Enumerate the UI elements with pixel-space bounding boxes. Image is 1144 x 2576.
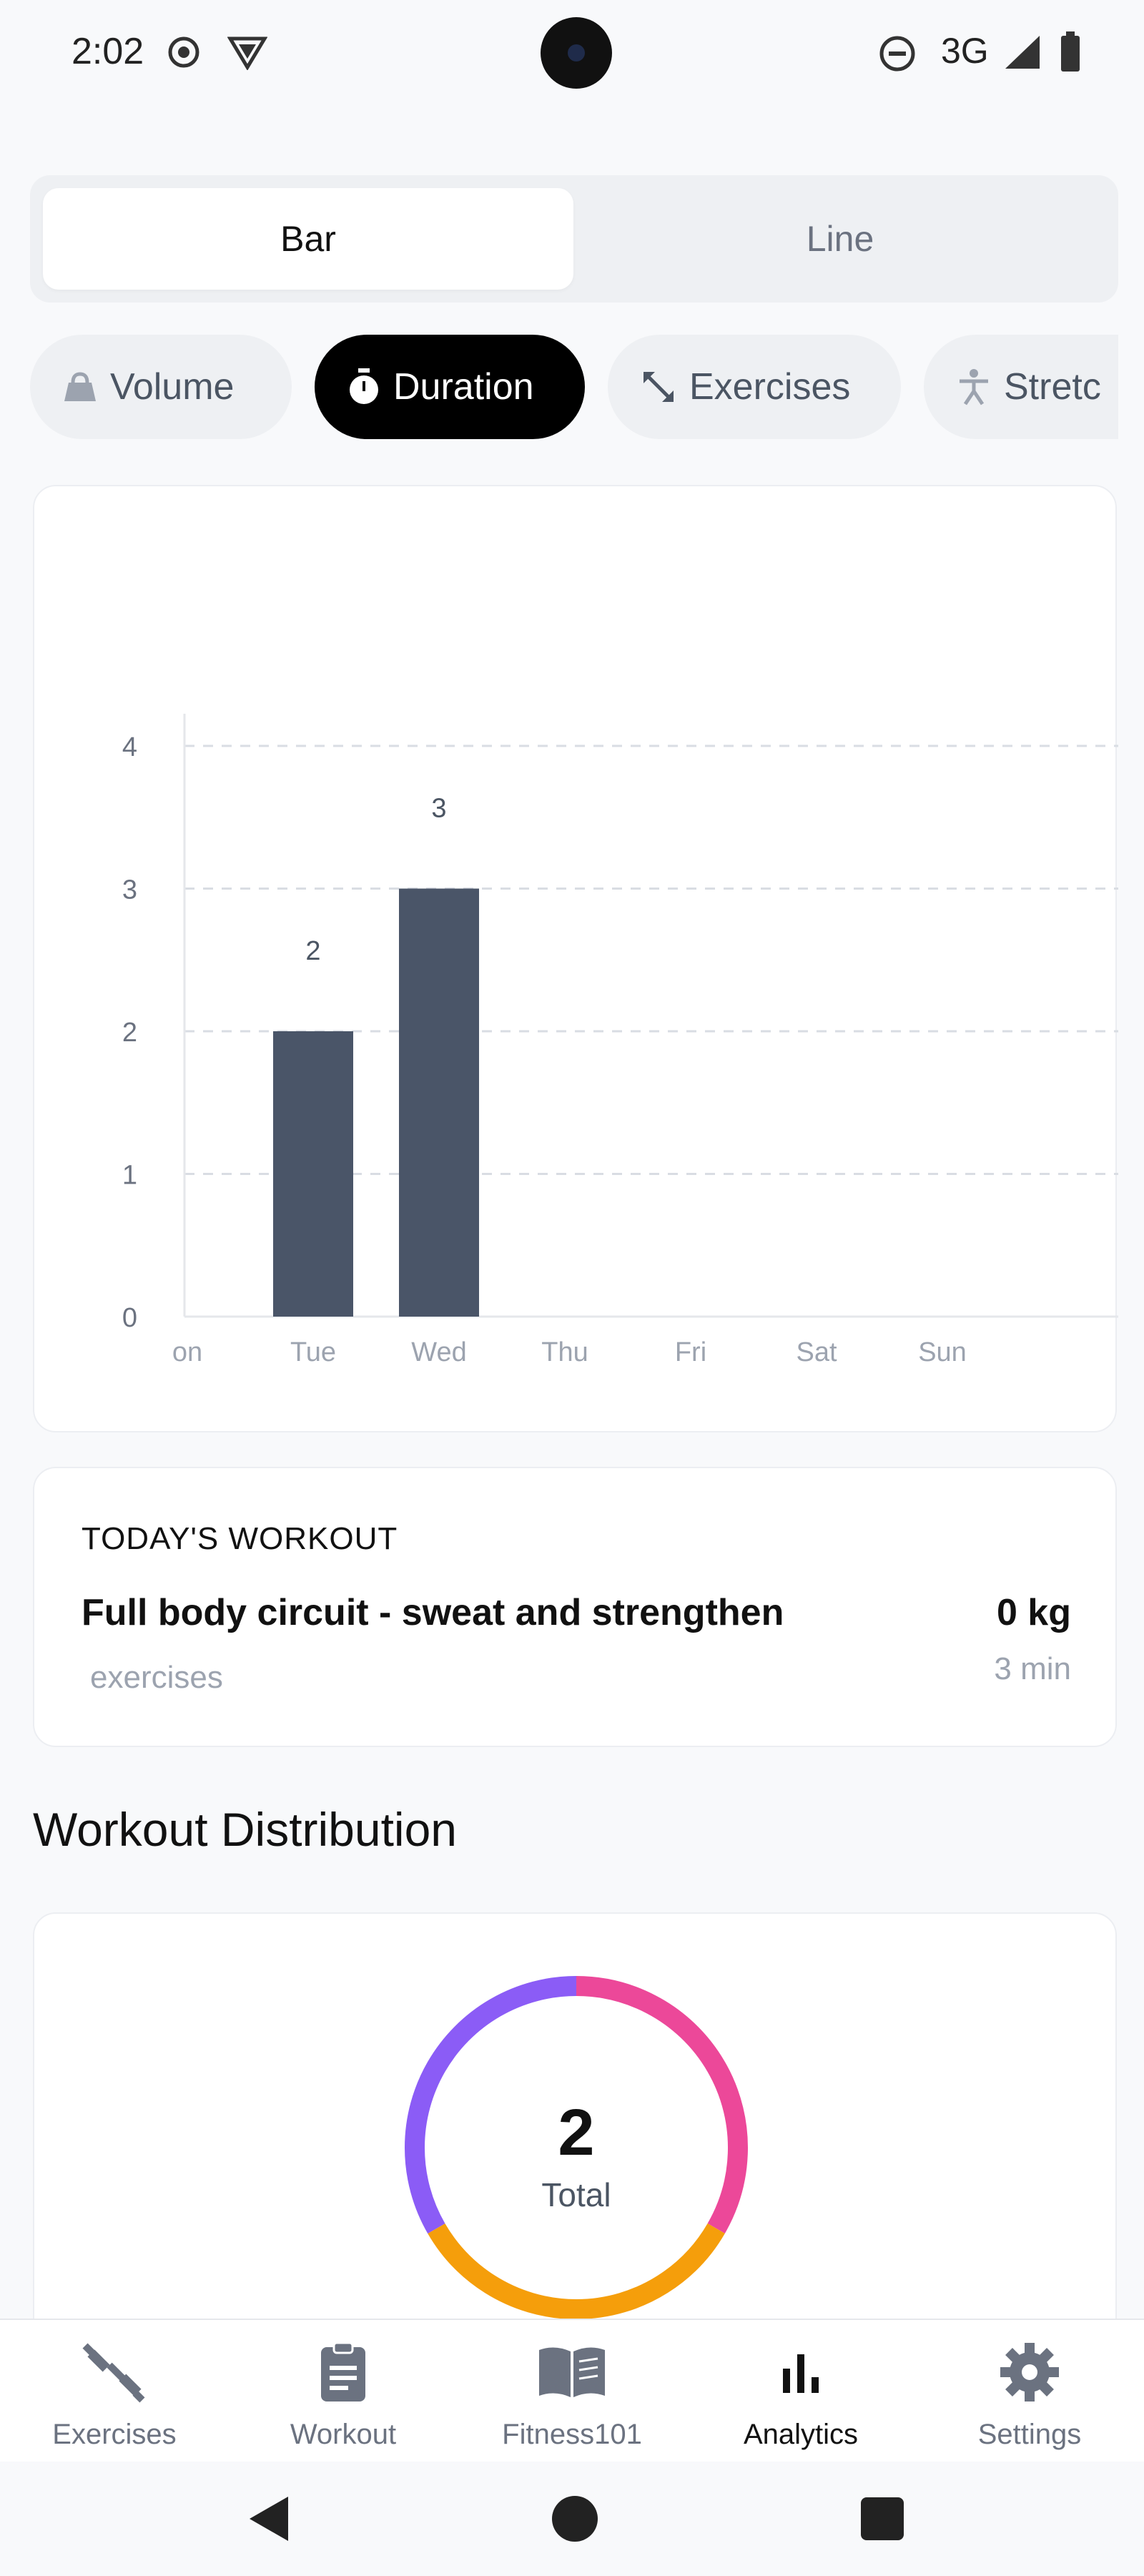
recents-icon[interactable]	[854, 2490, 911, 2547]
y-tick-label: 3	[122, 875, 137, 905]
nav-settings-label: Settings	[977, 2419, 1082, 2450]
metric-chips: Volume Duration Exercises Stretc	[30, 335, 1118, 441]
y-tick-label: 0	[122, 1303, 137, 1333]
duration-chart-card: 0 1 2 3 4 on 2 Tue 3 Wed Thu Fri Sat Sun	[33, 485, 1118, 1432]
y-tick-label: 4	[122, 732, 137, 762]
bottom-navigation: Exercises Workout Fitness101 Analytics S…	[0, 2319, 1144, 2462]
line-view-button[interactable]: Line	[575, 188, 1105, 290]
nav-workout[interactable]: Workout	[229, 2320, 458, 2463]
bar	[399, 888, 479, 1317]
duration-bar-chart: 0 1 2 3 4 on 2 Tue 3 Wed Thu Fri Sat Sun	[122, 714, 1118, 1367]
workout-exercises-count: exercises	[90, 1660, 223, 1695]
system-navigation-bar	[0, 2462, 1144, 2576]
nav-fitness101-label: Fitness101	[502, 2419, 642, 2450]
x-tick-label: Sun	[918, 1337, 967, 1367]
todays-workout-heading: TODAY'S WORKOUT	[82, 1521, 398, 1556]
nav-exercises[interactable]: Exercises	[0, 2320, 229, 2463]
status-bar: 2:02 3G	[0, 0, 1144, 107]
exercises-chip-label: Exercises	[689, 366, 851, 408]
bar	[273, 1031, 353, 1317]
bar-data-label: 2	[305, 936, 320, 966]
x-tick-label: Sat	[796, 1337, 837, 1367]
duration-chip[interactable]: Duration	[315, 335, 585, 439]
duration-chip-label: Duration	[393, 366, 534, 408]
workout-distribution-title: Workout Distribution	[33, 1803, 458, 1856]
back-icon[interactable]	[240, 2490, 297, 2547]
workout-duration: 3 min	[994, 1651, 1071, 1686]
exercises-chip[interactable]: Exercises	[608, 335, 901, 439]
status-time: 2:02	[72, 31, 144, 72]
nav-settings[interactable]: Settings	[915, 2320, 1144, 2463]
battery-icon	[1060, 31, 1081, 75]
x-tick-label: Thu	[541, 1337, 588, 1367]
distribution-total-label: Total	[541, 2176, 611, 2213]
y-tick-label: 1	[122, 1161, 137, 1191]
stretch-chip[interactable]: Stretc	[924, 335, 1118, 439]
x-tick-label: Tue	[290, 1337, 336, 1367]
nav-exercises-label: Exercises	[52, 2419, 177, 2450]
bar-view-button[interactable]: Bar	[43, 188, 573, 290]
network-type: 3G	[941, 31, 989, 71]
front-camera	[541, 17, 612, 89]
todays-workout-card[interactable]: TODAY'S WORKOUT Full body circuit - swea…	[33, 1467, 1117, 1747]
nav-fitness101[interactable]: Fitness101	[458, 2320, 686, 2463]
weight-icon	[64, 372, 96, 401]
nav-analytics[interactable]: Analytics	[686, 2320, 915, 2463]
record-icon	[166, 34, 202, 74]
vpn-shield-icon	[227, 34, 268, 74]
volume-chip[interactable]: Volume	[30, 335, 292, 439]
dumbbell-icon	[0, 2340, 229, 2404]
signal-icon	[1002, 34, 1041, 74]
nav-analytics-label: Analytics	[743, 2419, 859, 2450]
stretch-figure-icon	[960, 369, 988, 405]
stretch-chip-label: Stretc	[1004, 366, 1101, 408]
y-tick-label: 2	[122, 1018, 137, 1048]
chart-type-toggle: Bar Line	[30, 175, 1118, 303]
book-icon	[458, 2340, 686, 2404]
x-tick-label: Fri	[675, 1337, 706, 1367]
gear-icon	[915, 2340, 1144, 2404]
home-icon[interactable]	[546, 2490, 603, 2547]
workout-name: Full body circuit - sweat and strengthen	[82, 1592, 784, 1633]
volume-chip-label: Volume	[110, 366, 235, 408]
resize-arrows-icon	[644, 372, 674, 402]
x-tick-label: on	[172, 1337, 202, 1367]
distribution-total-value: 2	[558, 2096, 595, 2169]
bar-data-label: 3	[431, 794, 446, 824]
bar-chart-icon	[686, 2340, 915, 2404]
x-tick-label: Wed	[411, 1337, 466, 1367]
stopwatch-icon	[350, 368, 378, 404]
workout-weight: 0 kg	[996, 1592, 1071, 1633]
clipboard-icon	[229, 2340, 458, 2404]
donut-segment	[428, 2223, 725, 2319]
nav-workout-label: Workout	[290, 2419, 397, 2450]
do-not-disturb-icon	[878, 34, 917, 77]
